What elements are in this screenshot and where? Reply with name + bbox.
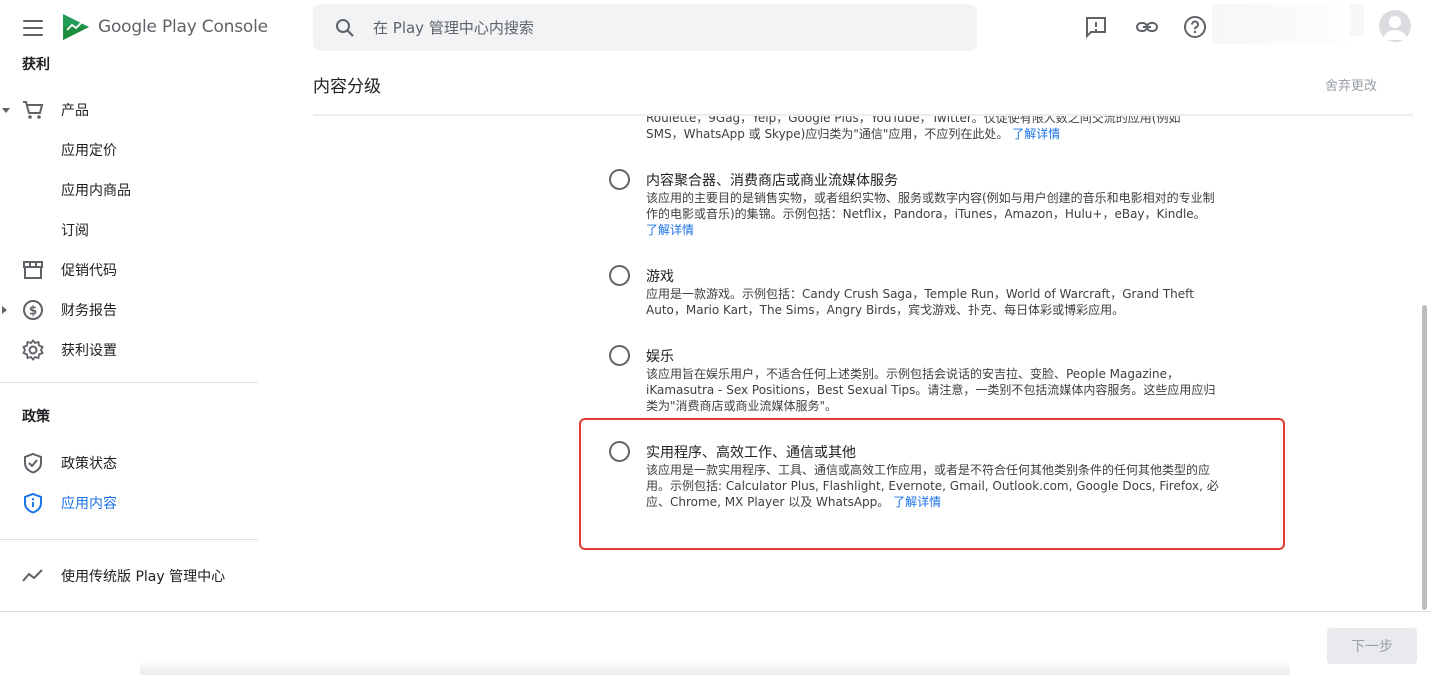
help-icon[interactable]: [1183, 15, 1207, 39]
sidebar-item-label: 应用内容: [61, 496, 117, 512]
footer-shadow: [140, 660, 1290, 675]
dollar-icon: $: [23, 300, 43, 320]
sidebar-section-policy: 政策: [22, 409, 50, 425]
header-shadow: [313, 114, 1413, 117]
store-icon: [23, 261, 43, 279]
learn-more-link[interactable]: 了解详情: [1012, 127, 1060, 141]
sidebar-item-subscriptions[interactable]: 订阅: [0, 212, 258, 248]
sidebar-divider: [0, 539, 258, 540]
sidebar-item-label: 应用定价: [61, 143, 117, 159]
sidebar-item-label: 财务报告: [61, 303, 117, 319]
sidebar: 获利 产品 应用定价 应用内商品 订阅 促销代码 $ 财务报告 获利设置 政策 …: [0, 56, 258, 611]
option-desc-text: Roulette，9Gag，Yelp，Google Plus，YouTube，T…: [646, 116, 1181, 141]
shield-info-icon: [24, 492, 42, 514]
caret-down-icon[interactable]: [2, 107, 10, 113]
svg-text:$: $: [29, 304, 37, 318]
scrollbar[interactable]: [1422, 305, 1427, 610]
sidebar-item-label: 使用传统版 Play 管理中心: [61, 569, 226, 585]
play-console-logo[interactable]: Google Play Console: [62, 12, 268, 42]
account-info[interactable]: [1212, 4, 1352, 44]
search-bar[interactable]: [313, 4, 977, 51]
gear-icon: [22, 339, 44, 361]
radio-button[interactable]: [609, 265, 630, 286]
sidebar-item-legacy-console[interactable]: 使用传统版 Play 管理中心: [0, 558, 258, 594]
option-title: 内容聚合器、消费商店或商业流媒体服务: [646, 173, 898, 189]
next-button[interactable]: 下一步: [1327, 628, 1417, 664]
learn-more-link[interactable]: 了解详情: [646, 223, 694, 237]
sidebar-item-in-app-products[interactable]: 应用内商品: [0, 172, 258, 208]
option-desc: 该应用的主要目的是销售实物，或者组织实物、服务或数字内容(例如与用户创建的音乐和…: [646, 190, 1221, 238]
feedback-icon[interactable]: [1084, 15, 1108, 39]
highlight-box: [579, 418, 1285, 550]
sidebar-item-label: 订阅: [61, 223, 89, 239]
option-desc: 该应用旨在娱乐用户，不适合任何上述类别。示例包括会说话的安吉拉、变脸、Peopl…: [646, 366, 1221, 414]
sidebar-item-label: 产品: [61, 103, 89, 119]
partial-option-desc: Roulette，9Gag，Yelp，Google Plus，YouTube，T…: [646, 116, 1221, 142]
sidebar-item-app-pricing[interactable]: 应用定价: [0, 132, 258, 168]
shield-check-icon: [24, 452, 42, 474]
option-desc: 应用是一款游戏。示例包括：Candy Crush Saga，Temple Run…: [646, 286, 1221, 318]
page-title: 内容分级: [313, 77, 381, 97]
top-bar: Google Play Console: [0, 0, 1431, 56]
trending-icon: [22, 569, 43, 582]
search-icon: [336, 18, 354, 37]
link-icon[interactable]: [1135, 15, 1159, 39]
discard-changes-button[interactable]: 舍弃更改: [1325, 75, 1377, 94]
sidebar-item-label: 应用内商品: [61, 183, 131, 199]
option-title: 娱乐: [646, 349, 674, 365]
sidebar-item-label: 促销代码: [61, 263, 117, 279]
sidebar-item-promo-codes[interactable]: 促销代码: [0, 252, 258, 288]
option-title: 游戏: [646, 269, 674, 285]
sidebar-item-label: 政策状态: [61, 456, 117, 472]
radio-button[interactable]: [609, 345, 630, 366]
account-info-edge: [1350, 4, 1364, 36]
cart-icon: [23, 101, 44, 119]
sidebar-section-monetize: 获利: [22, 57, 50, 73]
play-console-logo-icon: [63, 14, 89, 40]
sidebar-item-monetization-settings[interactable]: 获利设置: [0, 332, 258, 368]
avatar[interactable]: [1379, 10, 1411, 42]
caret-right-icon[interactable]: [2, 306, 7, 314]
option-desc-text: 该应用旨在娱乐用户，不适合任何上述类别。示例包括会说话的安吉拉、变脸、Peopl…: [646, 367, 1216, 413]
avatar-icon: [1383, 16, 1407, 40]
sidebar-divider: [0, 382, 258, 383]
sidebar-item-policy-status[interactable]: 政策状态: [0, 445, 258, 481]
option-desc-text: 应用是一款游戏。示例包括：Candy Crush Saga，Temple Run…: [646, 287, 1194, 317]
sidebar-item-app-content[interactable]: 应用内容: [0, 485, 258, 521]
option-desc-text: 该应用的主要目的是销售实物，或者组织实物、服务或数字内容(例如与用户创建的音乐和…: [646, 191, 1215, 221]
sidebar-item-products[interactable]: 产品: [0, 92, 258, 128]
hamburger-menu-icon[interactable]: [22, 17, 44, 39]
radio-button[interactable]: [609, 169, 630, 190]
sidebar-item-label: 获利设置: [61, 343, 117, 359]
sidebar-item-financial-reports[interactable]: $ 财务报告: [0, 292, 258, 328]
logo-text: Google Play Console: [98, 17, 268, 37]
search-input[interactable]: [373, 18, 933, 37]
